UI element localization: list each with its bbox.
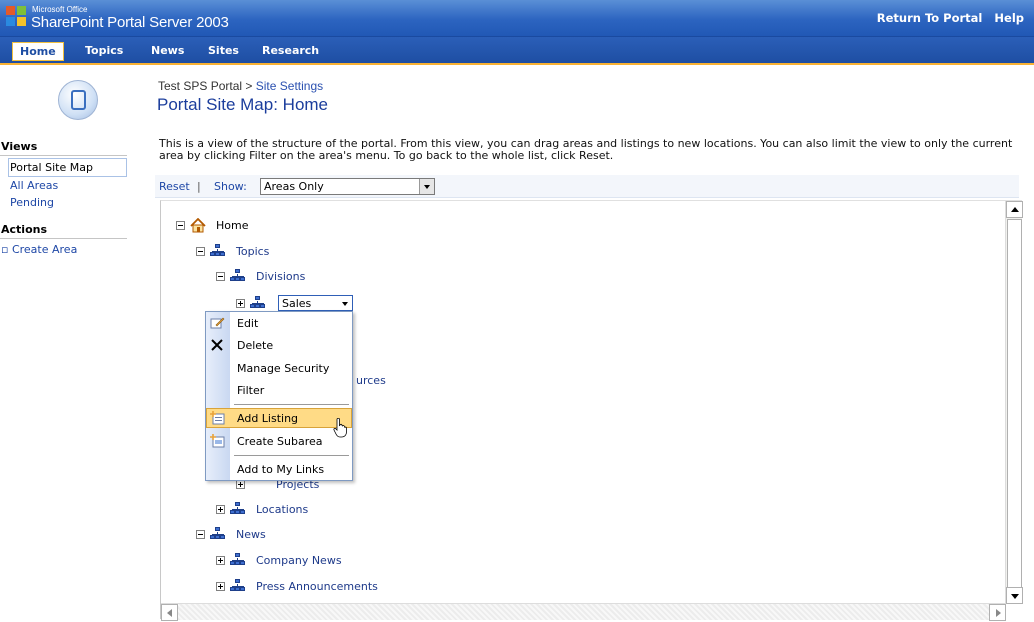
menu-item-label: Add to My Links [237,463,325,476]
view-all-areas[interactable]: All Areas [0,177,127,194]
tab-research[interactable]: Research [262,44,319,57]
scrollbar-thumb[interactable] [1007,219,1022,591]
help-link[interactable]: Help [994,11,1024,25]
breadcrumb: Test SPS Portal > Site Settings [158,79,323,93]
breadcrumb-separator: > [245,79,253,93]
tab-news[interactable]: News [151,44,184,57]
view-pending[interactable]: Pending [0,194,127,211]
menu-item-label: Manage Security [237,362,330,375]
breadcrumb-root[interactable]: Test SPS Portal [158,79,242,93]
expand-icon[interactable] [236,480,245,489]
reset-link[interactable]: Reset [159,180,190,193]
breadcrumb-site-settings[interactable]: Site Settings [256,79,323,93]
sales-node-dropdown[interactable]: Sales [278,295,353,311]
brand-title: SharePoint Portal Server 2003 [31,14,229,31]
node-label[interactable]: Home [216,219,248,232]
top-navigation: Home Topics News Sites Research [0,37,1034,65]
collapse-icon[interactable] [196,247,205,256]
page-title: Portal Site Map: Home [157,95,329,114]
hand-cursor-icon [333,418,347,438]
bullet-icon: ▫ [1,243,12,256]
add-listing-icon [210,411,225,425]
home-icon [190,218,206,233]
menu-item-add-to-my-links[interactable]: Add to My Links [206,459,352,479]
site-map-icon [58,80,98,120]
views-heading: Views [0,140,127,156]
menu-item-label: Add Listing [237,412,299,425]
node-label[interactable]: Topics [236,245,269,258]
show-label: Show: [214,180,247,193]
edit-icon [210,317,225,329]
create-area-label: Create Area [11,243,78,256]
menu-item-filter[interactable]: Filter [206,380,352,400]
delete-icon [211,339,223,351]
view-portal-site-map[interactable]: Portal Site Map [8,158,127,177]
collapse-icon[interactable] [176,221,185,230]
left-navigation: Views Portal Site Map All Areas Pending … [0,140,127,258]
brand-small-text: Microsoft Office [32,5,88,14]
horizontal-scrollbar[interactable] [161,603,1006,621]
node-label[interactable]: urces [356,374,386,387]
area-context-menu: Edit Delete Manage Security Filter Add L… [205,311,353,481]
expand-icon[interactable] [216,505,225,514]
show-filter-select[interactable]: Areas Only [260,178,435,195]
return-to-portal-link[interactable]: Return To Portal [877,11,983,25]
menu-item-edit[interactable]: Edit [206,313,352,333]
filter-toolbar: Reset | Show: Areas Only [155,175,1019,198]
menu-item-add-listing[interactable]: Add Listing [206,408,352,428]
area-icon [230,269,246,283]
menu-divider [234,455,349,456]
scroll-right-button[interactable] [989,604,1006,621]
dropdown-arrow-icon[interactable] [419,179,434,194]
node-label[interactable]: News [236,528,266,541]
menu-item-manage-security[interactable]: Manage Security [206,358,352,378]
node-label[interactable]: Locations [256,503,308,516]
menu-item-delete[interactable]: Delete [206,335,352,355]
page-description: This is a view of the structure of the p… [159,137,1013,162]
expand-icon[interactable] [216,582,225,591]
expand-icon[interactable] [216,556,225,565]
tab-sites[interactable]: Sites [208,44,239,57]
title-bar: Microsoft Office SharePoint Portal Serve… [0,0,1034,37]
menu-item-label: Create Subarea [237,435,323,448]
expand-icon[interactable] [236,299,245,308]
create-subarea-icon [210,434,225,448]
actions-heading: Actions [0,223,127,239]
vertical-scrollbar[interactable] [1005,201,1023,604]
area-icon [210,527,226,541]
menu-item-label: Edit [237,317,259,330]
toolbar-separator: | [197,180,201,193]
chevron-down-icon[interactable] [342,302,348,306]
collapse-icon[interactable] [196,530,205,539]
node-label[interactable]: Divisions [256,270,305,283]
tab-topics[interactable]: Topics [85,44,123,57]
area-icon [230,502,246,516]
menu-divider [234,404,349,405]
scroll-down-button[interactable] [1006,587,1023,604]
collapse-icon[interactable] [216,272,225,281]
sales-label: Sales [282,297,312,310]
area-icon [210,244,226,258]
area-icon [230,579,246,593]
office-logo-icon [6,6,28,28]
scroll-left-button[interactable] [161,604,178,621]
action-create-area[interactable]: ▫ Create Area [0,241,127,258]
area-icon [250,296,266,310]
menu-item-label: Filter [237,384,265,397]
show-filter-value: Areas Only [264,180,324,193]
area-icon [230,553,246,567]
scroll-up-button[interactable] [1006,201,1023,218]
top-links: Return To Portal Help [869,11,1024,25]
menu-item-create-subarea[interactable]: Create Subarea [206,431,352,451]
node-label[interactable]: Press Announcements [256,580,378,593]
node-label[interactable]: Company News [256,554,342,567]
tab-home[interactable]: Home [12,42,64,61]
menu-item-label: Delete [237,339,274,352]
